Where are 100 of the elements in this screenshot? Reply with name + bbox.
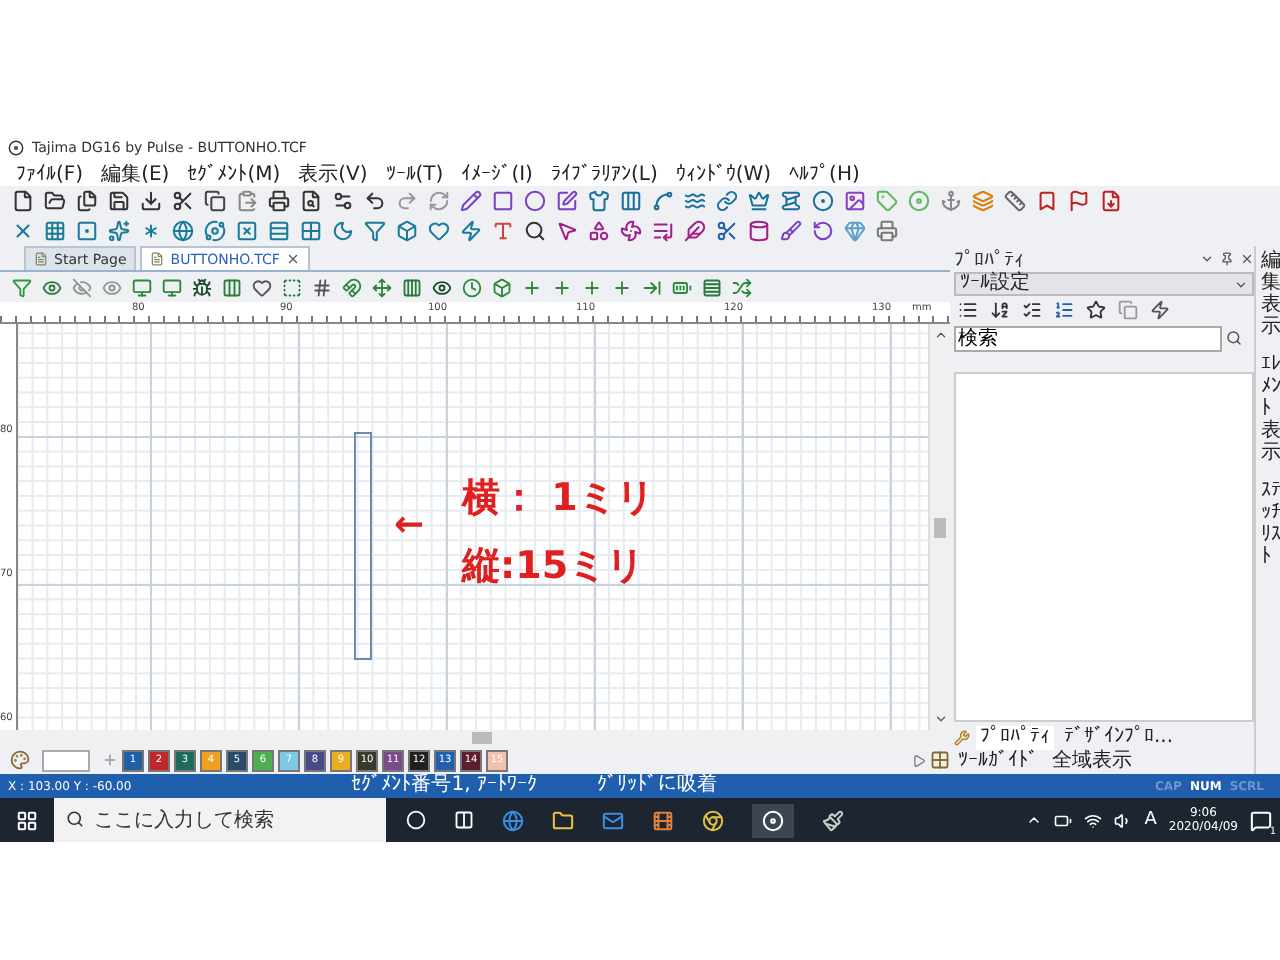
side-tab[interactable]: ｴﾚﾒﾝﾄ表示 [1261,354,1280,464]
scroll-up-icon[interactable] [933,328,947,342]
windows-icon[interactable] [16,809,38,831]
panel-tab[interactable]: ﾌﾟﾛﾊﾟﾃｨ [976,726,1054,750]
columns-icon[interactable] [402,277,422,297]
flag-icon[interactable] [1068,190,1090,212]
scrollbar-thumb[interactable] [472,732,492,744]
plus-icon[interactable] [582,277,602,297]
scissors-icon[interactable] [716,220,738,242]
shirt-icon[interactable] [588,190,610,212]
columns-icon[interactable] [620,190,642,212]
panel-tab[interactable]: 全域表示 [1048,750,1136,774]
battery-icon[interactable] [1054,811,1073,829]
cube-icon[interactable] [492,277,512,297]
menu-item[interactable]: ﾗｲﾌﾞﾗﾘｱﾝ(L) [550,161,658,185]
fan-icon[interactable] [620,220,642,242]
menu-item[interactable]: ｳｨﾝﾄﾞｳ(W) [675,161,772,185]
feather-icon[interactable] [684,220,706,242]
menu-item[interactable]: 編集(E) [101,159,170,187]
scroll-down-icon[interactable] [933,712,947,726]
menu-item[interactable]: ｲﾒｰｼﾞ(I) [461,161,533,185]
pencil-icon[interactable] [460,190,482,212]
paint-icon[interactable] [822,809,844,831]
cylinder-icon[interactable] [748,220,770,242]
link-icon[interactable] [716,190,738,212]
folder-icon[interactable] [44,190,66,212]
image-icon[interactable] [844,190,866,212]
printer-icon[interactable] [268,190,290,212]
lightning-icon[interactable] [1150,300,1170,320]
globe-icon[interactable] [172,220,194,242]
clipboard-icon[interactable] [236,190,258,212]
plus-icon[interactable] [612,277,632,297]
heart-icon[interactable] [252,277,272,297]
eye-icon[interactable] [42,277,62,297]
eye-icon[interactable] [432,277,452,297]
bug-icon[interactable] [192,277,212,297]
task-view-icon[interactable] [454,810,474,830]
save-icon[interactable] [108,190,130,212]
search-field[interactable]: 検索 [954,325,1222,351]
design-canvas[interactable]: ← 横： 1ミリ 縦:15ミリ [18,324,928,730]
media-icon[interactable] [652,809,674,831]
monitor-icon[interactable] [132,277,152,297]
search-icon[interactable] [1226,330,1242,346]
rotate-icon[interactable] [812,220,834,242]
file-icon[interactable] [12,190,34,212]
palette-icon[interactable] [10,750,30,770]
ring-icon[interactable] [812,190,834,212]
arrow-icon[interactable] [642,277,662,297]
ordered-list-icon[interactable] [1054,300,1074,320]
play-icon[interactable] [912,753,926,767]
browser-icon[interactable] [502,809,524,831]
note-icon[interactable] [556,190,578,212]
side-tab[interactable]: ｽﾃｯﾁﾘｽﾄ [1261,480,1280,568]
sparkles-icon[interactable] [108,220,130,242]
box-icon[interactable] [396,220,418,242]
ime-indicator[interactable]: A [1144,810,1157,830]
anchor-icon[interactable] [940,190,962,212]
menu-item[interactable]: ｾｸﾞﾒﾝﾄ(M) [187,161,281,185]
bookmark-icon[interactable] [1036,190,1058,212]
volume-icon[interactable] [1114,811,1133,829]
spool-icon[interactable] [780,190,802,212]
close-icon[interactable] [285,252,300,266]
eye-off-icon[interactable] [72,277,92,297]
magnet-icon[interactable] [342,277,362,297]
grid-icon[interactable] [312,277,332,297]
rows-icon[interactable] [268,220,290,242]
list-icon[interactable] [652,220,674,242]
network-icon[interactable] [1084,811,1103,829]
redo-icon[interactable] [396,190,418,212]
menu-item[interactable]: ﾍﾙﾌﾟ(H) [789,161,860,185]
menu-item[interactable]: ﾂｰﾙ(T) [385,161,444,185]
gem-icon[interactable] [844,220,866,242]
download-icon[interactable] [140,190,162,212]
settings-icon[interactable] [332,190,354,212]
file-search-icon[interactable] [300,190,322,212]
scissors-icon[interactable] [172,190,194,212]
notification-icon[interactable] [1250,809,1272,831]
tile-icon[interactable] [300,220,322,242]
plus-icon[interactable] [552,277,572,297]
funnel-icon[interactable] [364,220,386,242]
pin-icon[interactable] [1220,252,1234,266]
side-tab[interactable]: 編集表示 [1261,250,1280,338]
wave-icon[interactable] [684,190,706,212]
copy-icon[interactable] [204,190,226,212]
mail-icon[interactable] [602,809,624,831]
sort-icon[interactable] [990,300,1010,320]
square-icon[interactable] [282,277,302,297]
undo-icon[interactable] [364,190,386,212]
taskbar-search[interactable]: ここに入力して検索 [54,798,386,842]
move-icon[interactable] [372,277,392,297]
dropdown-icon[interactable] [1200,252,1214,266]
list-icon[interactable] [958,300,978,320]
rows-icon[interactable] [702,277,722,297]
columns-icon[interactable] [222,277,242,297]
vertical-scrollbar[interactable] [928,324,950,730]
refresh-icon[interactable] [428,190,450,212]
files-icon[interactable] [76,190,98,212]
chrome-icon[interactable] [702,809,724,831]
curve-icon[interactable] [652,190,674,212]
panel-tab[interactable]: ﾃﾞｻﾞｲﾝﾌﾟﾛ... [1060,726,1178,750]
